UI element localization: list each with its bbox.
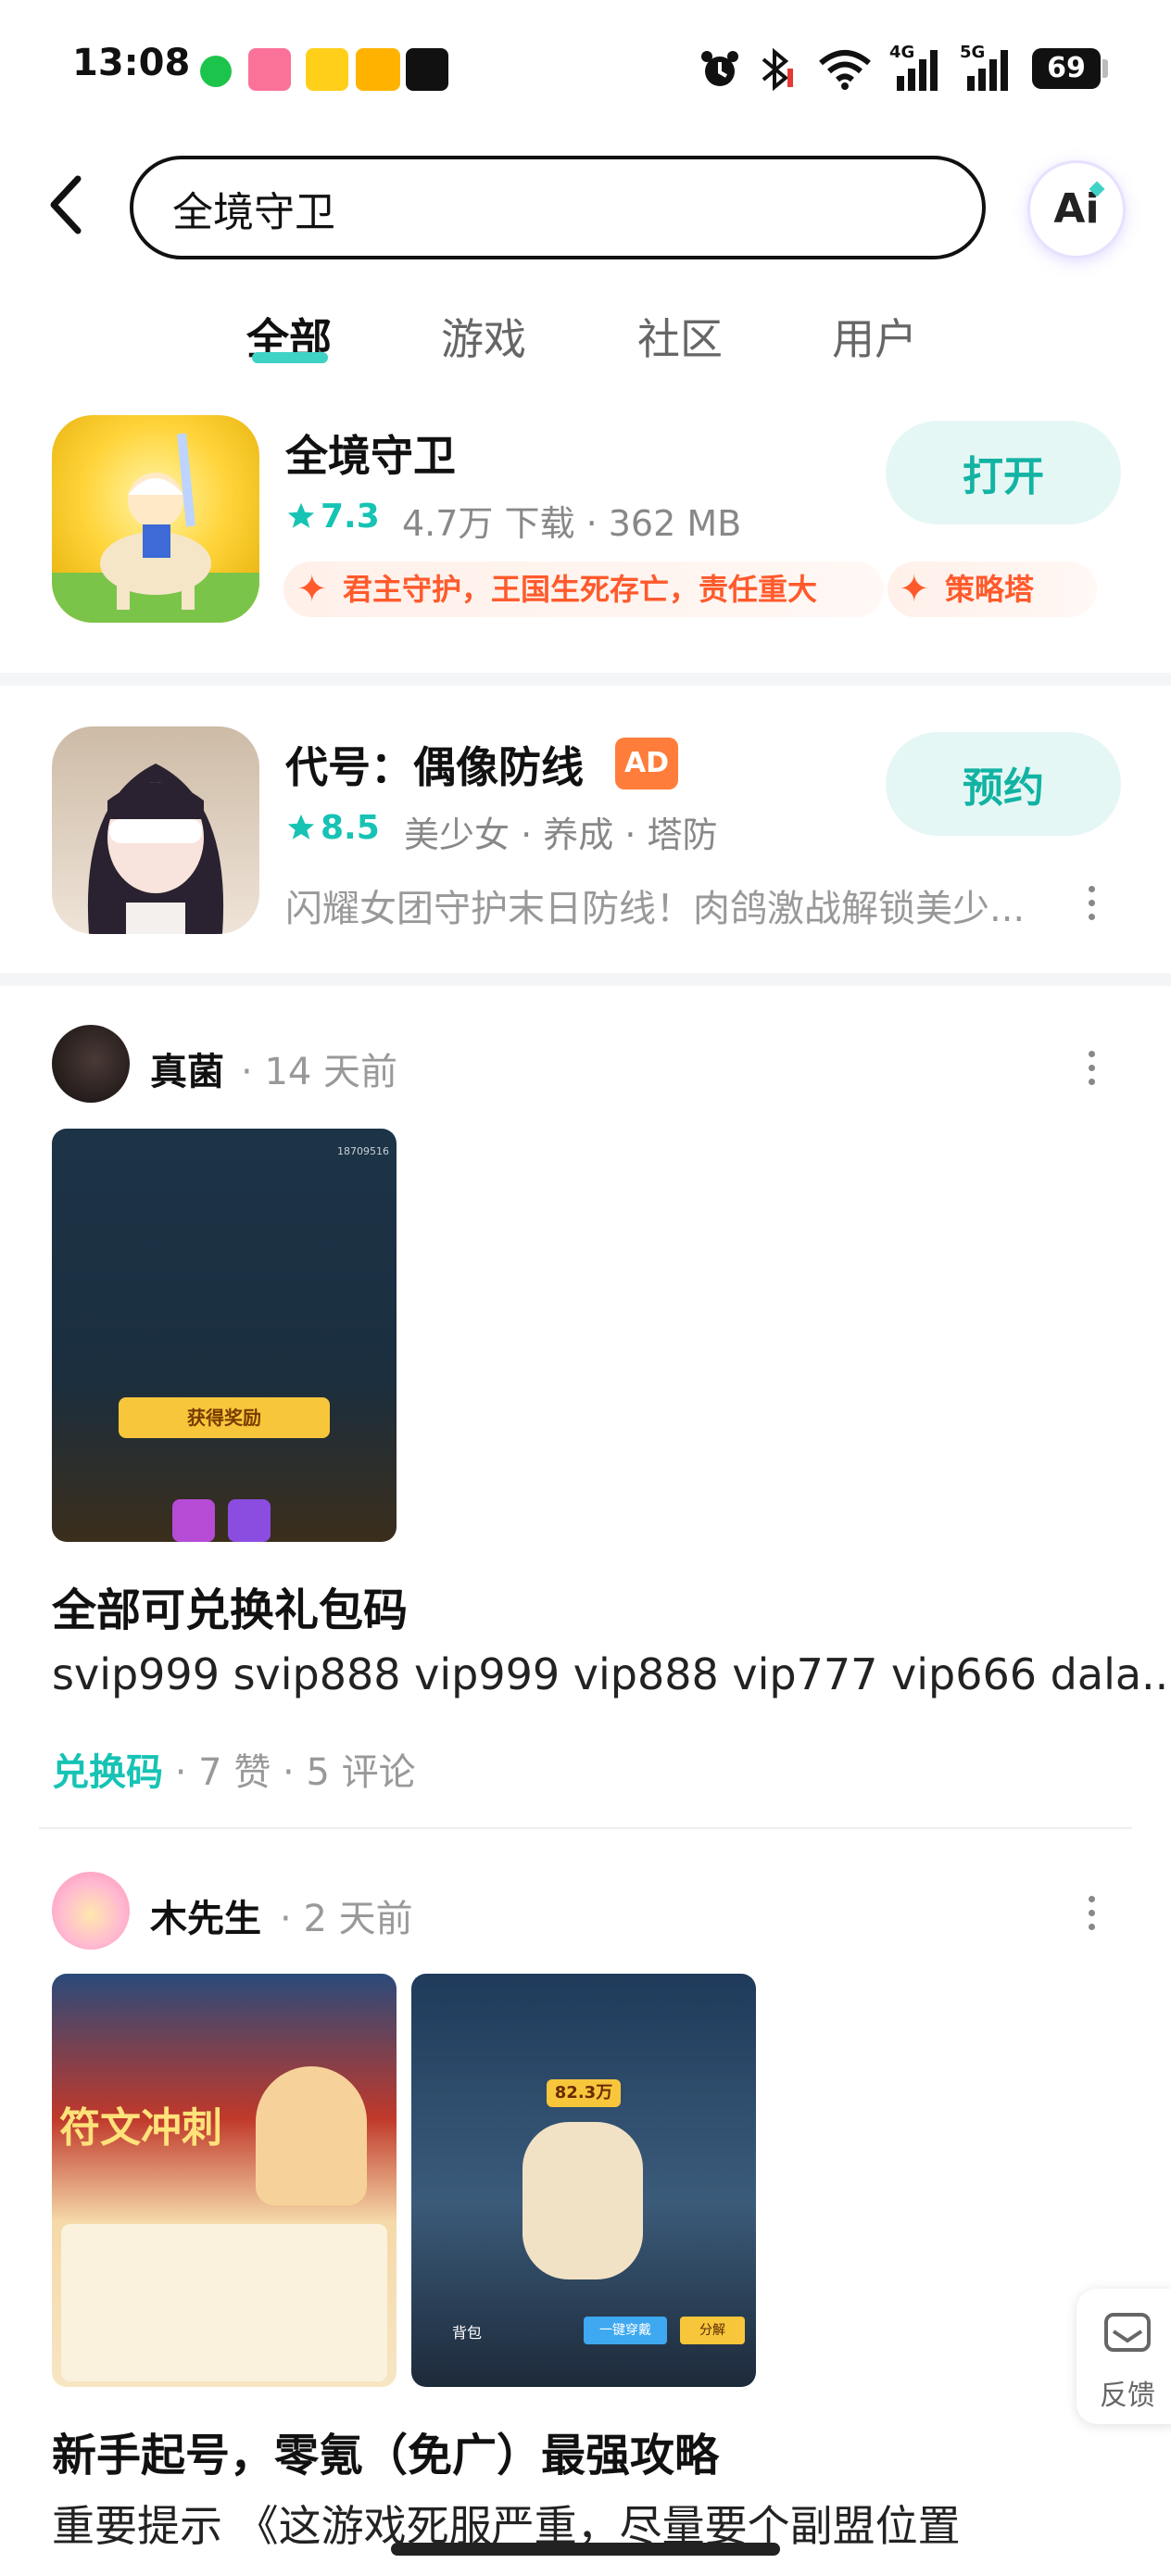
post-time-text: 2 天前: [303, 1898, 413, 1940]
search-input[interactable]: [170, 178, 934, 239]
app-rating: 8.5: [321, 809, 380, 847]
power-text: 82.3万: [554, 2083, 613, 2102]
rating-star-icon: [287, 814, 315, 840]
app-tag-genre: ✦ 策略塔: [888, 562, 1097, 617]
bag-text: 背包: [452, 2324, 483, 2342]
post-time: · 2 天前: [280, 1898, 413, 1940]
item-icon: [172, 1499, 215, 1542]
sparkle-icon: ✦: [899, 568, 930, 611]
equip-all-text: 一键穿戴: [599, 2323, 651, 2338]
ad-badge: AD: [615, 738, 678, 789]
rune-sprint-banner: 符文冲刺: [59, 2094, 222, 2153]
power-value: 82.3万: [547, 2079, 621, 2107]
alarm-icon: [701, 51, 738, 86]
ai-assistant-button[interactable]: Ai: [1030, 163, 1123, 256]
tag-text: 君主守护，王国生死存亡，责任重大: [343, 572, 818, 607]
idol-illustration: [87, 764, 224, 934]
more-options-icon[interactable]: [1086, 886, 1097, 927]
post-author[interactable]: 木先生: [150, 1888, 261, 1942]
app-icon-quanjing-shouwei[interactable]: [52, 415, 259, 623]
sparkle-icon: ✦: [296, 568, 328, 611]
feedback-icon: [1104, 2313, 1151, 2352]
decompose-text: 分解: [699, 2323, 725, 2338]
tab-active-indicator: [252, 352, 328, 363]
hero-figure: [256, 2066, 367, 2205]
section-divider: [0, 673, 1171, 686]
tab-games[interactable]: 游戏: [441, 306, 526, 367]
more-options-icon[interactable]: [1086, 1051, 1097, 1092]
rune-sprint-text: 符文冲刺: [59, 2104, 222, 2152]
app-title[interactable]: 代号：偶像防线: [285, 734, 584, 795]
app-tag-description: ✦ 君主守护，王国生死存亡，责任重大: [283, 562, 884, 617]
ai-label: Ai: [1053, 185, 1100, 233]
progress-panel: [61, 2224, 387, 2381]
network-4g-label: 4G: [889, 43, 915, 62]
status-bar: 13:08 4G 5G 69: [0, 0, 1171, 139]
app-rating: 7.3: [321, 498, 380, 536]
post-image[interactable]: 18709516 获得奖励: [52, 1129, 397, 1542]
avatar[interactable]: [52, 1872, 130, 1950]
tiktok-app-icon: [406, 48, 448, 91]
tab-community[interactable]: 社区: [637, 306, 723, 367]
bluetooth-icon: [762, 48, 793, 91]
app-icon-daihao-ouxiang-fangxian[interactable]: [52, 726, 259, 934]
delivery-app-icon: [356, 48, 400, 91]
post-time-text: 14 天前: [264, 1051, 398, 1093]
network-5g-label: 5G: [960, 43, 986, 62]
avatar[interactable]: [52, 1025, 130, 1103]
signal-4g-icon: 4G: [889, 43, 947, 91]
hero-on-horse: [523, 2122, 643, 2279]
home-indicator[interactable]: [391, 2543, 780, 2556]
rating-star-icon: [287, 502, 315, 528]
post-time: · 14 天前: [241, 1051, 398, 1093]
post-author[interactable]: 真菌: [150, 1042, 224, 1095]
bilibili-app-icon: [248, 48, 291, 91]
topic-tag[interactable]: 兑换码: [52, 1751, 163, 1794]
post-separator: [39, 1827, 1132, 1829]
tag-text: 策略塔: [945, 572, 1035, 607]
message-app-icon: [200, 56, 232, 87]
back-arrow-icon[interactable]: [43, 171, 91, 238]
reading-app-icon: [306, 48, 348, 91]
post-title[interactable]: 新手起号，零氪（免广）最强攻略: [52, 2418, 719, 2483]
battery-level: 69: [1047, 52, 1086, 84]
post-image[interactable]: 82.3万 背包 一键穿戴 分解: [411, 1974, 756, 2387]
signal-5g-icon: 5G: [960, 43, 1017, 91]
battery-tip: [1102, 59, 1108, 78]
post-image[interactable]: 符文冲刺: [52, 1974, 397, 2387]
app-meta: 4.7万 下载 · 362 MB: [402, 503, 742, 544]
image-id-text: 18709516: [337, 1145, 389, 1157]
app-title[interactable]: 全境守卫: [285, 423, 456, 484]
reserve-button[interactable]: 预约: [886, 732, 1121, 836]
post-stats: 兑换码 · 7 赞 · 5 评论: [52, 1751, 416, 1794]
battery-icon: 69: [1032, 48, 1101, 89]
knight-illustration: [52, 433, 259, 623]
item-icon: [228, 1499, 271, 1542]
wifi-icon: [819, 50, 871, 90]
comments-count: 5 评论: [306, 1751, 416, 1794]
app-description: 闪耀女团守护末日防线！肉鸽激战解锁美少...: [285, 888, 1026, 930]
open-button[interactable]: 打开: [886, 421, 1121, 524]
post-title[interactable]: 全部可兑换礼包码: [52, 1573, 408, 1638]
likes-count: 7 赞: [198, 1751, 271, 1794]
status-time: 13:08: [72, 42, 191, 84]
app-meta: 美少女 · 养成 · 塔防: [404, 814, 718, 855]
more-options-icon[interactable]: [1086, 1896, 1097, 1937]
post-body[interactable]: svip999 svip888 vip999 vip888 vip777 vip…: [52, 1649, 1171, 1699]
reward-banner: 获得奖励: [119, 1397, 330, 1438]
search-box[interactable]: [130, 156, 986, 259]
equip-all-button: 一键穿戴: [584, 2317, 667, 2344]
tab-users[interactable]: 用户: [832, 306, 917, 367]
feedback-label: 反馈: [1100, 2380, 1155, 2412]
decompose-button: 分解: [680, 2317, 745, 2344]
feedback-button[interactable]: 反馈: [1077, 2289, 1171, 2424]
bag-label: 背包: [452, 2320, 482, 2342]
reward-text: 获得奖励: [187, 1407, 261, 1429]
section-divider: [0, 973, 1171, 986]
